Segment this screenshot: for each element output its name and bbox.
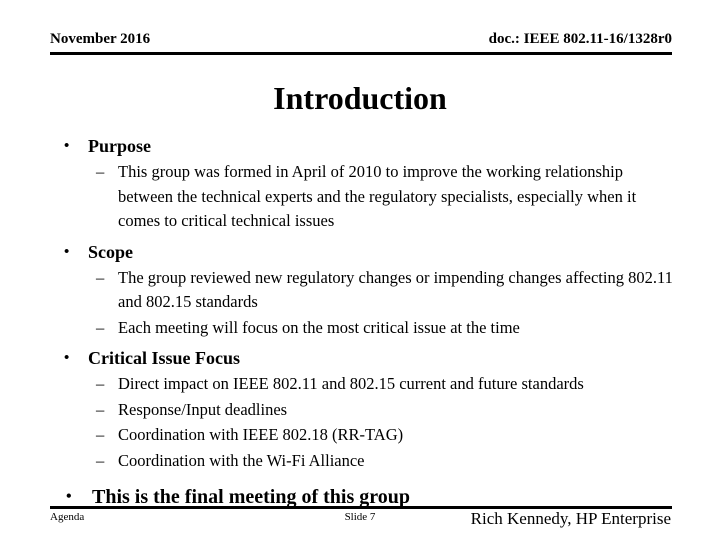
section-critical-issue-focus: • Critical Issue Focus – Direct impact o… xyxy=(58,346,673,473)
footer-author: Rich Kennedy, HP Enterprise xyxy=(470,509,671,528)
list-item-label: Direct impact on IEEE 802.11 and 802.15 … xyxy=(118,374,584,393)
section-heading: • Purpose xyxy=(58,134,673,159)
list-item-label: Each meeting will focus on the most crit… xyxy=(118,317,520,337)
header-row: November 2016 doc.: IEEE 802.11-16/1328r… xyxy=(50,30,672,48)
header-document-number: doc.: IEEE 802.11-16/1328r0 xyxy=(488,31,672,47)
dash-icon: – xyxy=(96,450,105,470)
list-item: – The group reviewed new regulatory chan… xyxy=(58,266,673,315)
section-heading: • Scope xyxy=(58,240,673,265)
bullet-icon: • xyxy=(64,138,70,154)
dash-icon: – xyxy=(96,162,105,181)
dash-icon: – xyxy=(96,267,105,287)
list-item-label: The group reviewed new regulatory change… xyxy=(118,267,673,312)
final-bullet-label: This is the final meeting of this group xyxy=(92,486,410,508)
dash-icon: – xyxy=(96,374,105,393)
section-heading-label: Critical Issue Focus xyxy=(88,348,240,368)
bullet-icon: • xyxy=(64,350,70,366)
list-item-label: Coordination with the Wi-Fi Alliance xyxy=(118,450,365,470)
dash-icon: – xyxy=(96,425,105,444)
list-item-label: This group was formed in April of 2010 t… xyxy=(118,162,637,230)
slide: November 2016 doc.: IEEE 802.11-16/1328r… xyxy=(0,0,720,540)
section-scope: • Scope – The group reviewed new regulat… xyxy=(58,240,673,341)
section-purpose: • Purpose – This group was formed in Apr… xyxy=(58,134,673,234)
section-heading-label: Purpose xyxy=(88,136,151,156)
list-item: – Response/Input deadlines xyxy=(58,398,673,423)
bullet-icon: • xyxy=(64,243,70,260)
slide-header: November 2016 doc.: IEEE 802.11-16/1328r… xyxy=(50,30,672,55)
slide-body: • Purpose – This group was formed in Apr… xyxy=(58,134,673,512)
list-item: – Coordination with the Wi-Fi Alliance xyxy=(58,449,673,474)
list-item: – Each meeting will focus on the most cr… xyxy=(58,316,673,341)
page-title: Introduction xyxy=(273,80,447,116)
list-item: – Coordination with IEEE 802.18 (RR-TAG) xyxy=(58,423,673,448)
section-heading: • Critical Issue Focus xyxy=(58,346,673,371)
section-heading-label: Scope xyxy=(88,241,133,262)
list-item: – Direct impact on IEEE 802.11 and 802.1… xyxy=(58,372,673,397)
list-item-label: Coordination with IEEE 802.18 (RR-TAG) xyxy=(118,425,404,444)
dash-icon: – xyxy=(96,399,105,419)
list-item: – This group was formed in April of 2010… xyxy=(58,160,673,234)
list-item-label: Response/Input deadlines xyxy=(118,399,288,419)
header-date: November 2016 xyxy=(50,31,151,47)
dash-icon: – xyxy=(96,317,105,337)
header-divider xyxy=(50,52,672,55)
